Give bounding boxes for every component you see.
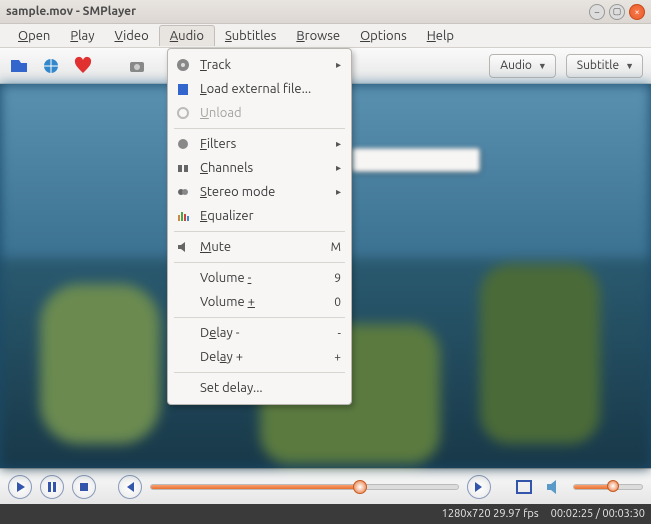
menu-separator [174, 128, 345, 129]
volume-icon[interactable] [543, 476, 565, 498]
audio-dropdown-label: Audio [500, 59, 532, 72]
subtitle-dropdown-label: Subtitle [577, 59, 619, 72]
menu-separator [174, 231, 345, 232]
submenu-arrow-icon: ▸ [336, 162, 341, 174]
menu-help[interactable]: Help [417, 26, 464, 46]
minimize-button[interactable]: – [589, 4, 605, 20]
menu-audio[interactable]: Audio [159, 25, 215, 46]
accelerator: 0 [334, 296, 341, 309]
menu-separator [174, 372, 345, 373]
menu-video[interactable]: Video [104, 26, 158, 46]
subtitle-track-dropdown[interactable]: Subtitle ▼ [566, 54, 643, 78]
play-button[interactable] [8, 475, 32, 499]
seek-knob[interactable] [353, 480, 367, 494]
stop-button[interactable] [72, 475, 96, 499]
audio-track-dropdown[interactable]: Audio ▼ [489, 54, 556, 78]
screenshot-icon[interactable] [126, 55, 148, 77]
track-icon [174, 56, 192, 74]
menu-play[interactable]: Play [60, 26, 104, 46]
close-button[interactable]: × [629, 4, 645, 20]
menu-open[interactable]: Open [8, 26, 60, 46]
menu-item-load-external[interactable]: Load external file... [168, 77, 351, 101]
menu-item-mute[interactable]: Mute M [168, 235, 351, 259]
menu-item-filters[interactable]: Filters ▸ [168, 132, 351, 156]
open-url-icon[interactable] [40, 55, 62, 77]
channels-icon [174, 159, 192, 177]
menu-item-volume-up[interactable]: Volume + 0 [168, 290, 351, 314]
window-buttons: – ▢ × [589, 4, 645, 20]
menubar: Open Play Video Audio Subtitles Browse O… [0, 24, 651, 48]
menu-item-stereo-mode[interactable]: Stereo mode ▸ [168, 180, 351, 204]
submenu-arrow-icon: ▸ [336, 59, 341, 71]
menu-separator [174, 317, 345, 318]
accelerator: - [338, 327, 341, 340]
window-title: sample.mov - SMPlayer [6, 5, 589, 18]
menu-item-delay-minus[interactable]: Delay - - [168, 321, 351, 345]
submenu-arrow-icon: ▸ [336, 138, 341, 150]
statusbar: 1280x720 29.97 fps 00:02:25 / 00:03:30 [0, 504, 651, 524]
accelerator: 9 [334, 272, 341, 285]
seek-fill [151, 485, 360, 489]
audio-menu: Track ▸ Load external file... Unload Fil… [167, 48, 352, 405]
chevron-down-icon: ▼ [538, 61, 547, 71]
menu-item-set-delay[interactable]: Set delay... [168, 376, 351, 400]
pause-button[interactable] [40, 475, 64, 499]
status-resolution: 1280x720 29.97 fps [442, 508, 539, 520]
playback-controls [0, 468, 651, 504]
chevron-down-icon: ▼ [625, 61, 634, 71]
accelerator: + [334, 351, 341, 364]
favorites-icon[interactable] [72, 55, 94, 77]
rewind-button[interactable] [118, 475, 142, 499]
titlebar: sample.mov - SMPlayer – ▢ × [0, 0, 651, 24]
stereo-icon [174, 183, 192, 201]
file-icon [174, 80, 192, 98]
unload-icon [174, 104, 192, 122]
forward-button[interactable] [467, 475, 491, 499]
maximize-button[interactable]: ▢ [609, 4, 625, 20]
menu-subtitles[interactable]: Subtitles [215, 26, 286, 46]
open-file-icon[interactable] [8, 55, 30, 77]
menu-item-equalizer[interactable]: Equalizer [168, 204, 351, 228]
menu-separator [174, 262, 345, 263]
volume-knob[interactable] [607, 480, 619, 492]
menu-browse[interactable]: Browse [286, 26, 350, 46]
menu-item-track[interactable]: Track ▸ [168, 53, 351, 77]
channels-submenu[interactable] [352, 148, 480, 172]
submenu-arrow-icon: ▸ [336, 186, 341, 198]
accelerator: M [331, 241, 341, 254]
filters-icon [174, 135, 192, 153]
mute-icon [174, 238, 192, 256]
menu-options[interactable]: Options [350, 26, 417, 46]
menu-item-volume-down[interactable]: Volume - 9 [168, 266, 351, 290]
menu-item-channels[interactable]: Channels ▸ [168, 156, 351, 180]
seek-slider[interactable] [150, 484, 459, 490]
status-time: 00:02:25 / 00:03:30 [551, 508, 645, 520]
volume-slider[interactable] [573, 484, 643, 490]
menu-item-delay-plus[interactable]: Delay + + [168, 345, 351, 369]
menu-item-unload: Unload [168, 101, 351, 125]
equalizer-icon [174, 207, 192, 225]
fullscreen-icon[interactable] [513, 476, 535, 498]
